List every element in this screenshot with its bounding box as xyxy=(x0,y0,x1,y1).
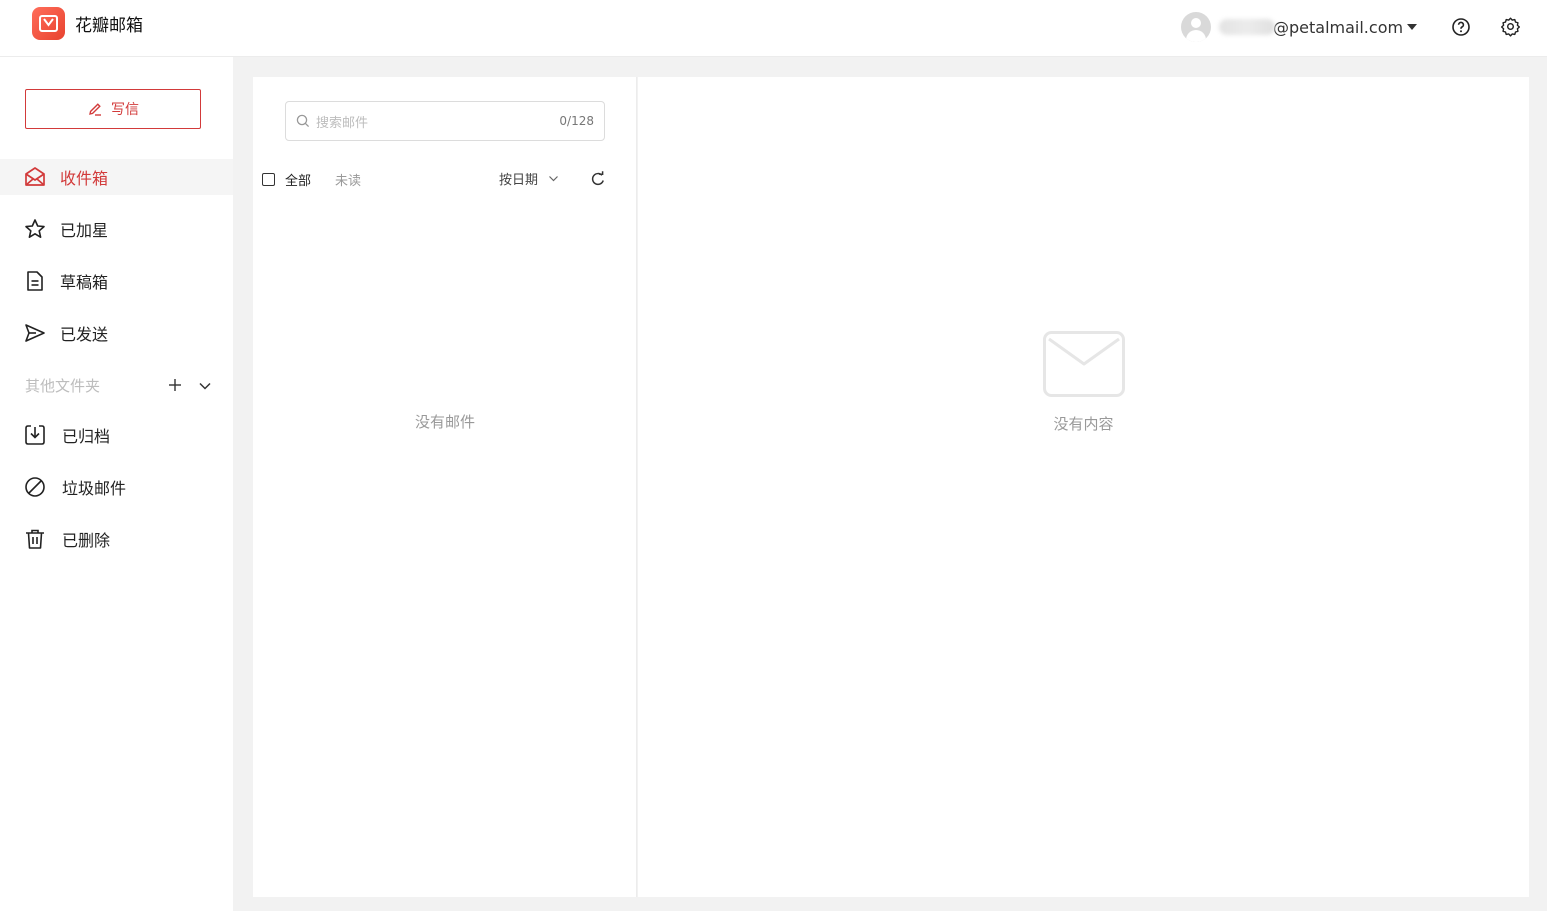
gear-icon[interactable] xyxy=(1500,16,1521,37)
redacted-username xyxy=(1219,19,1275,35)
reading-pane: 没有内容 xyxy=(638,77,1529,897)
sidebar-item-label: 已加星 xyxy=(60,221,109,240)
filter-bar: 全部 未读 按日期 xyxy=(262,169,610,189)
account-menu[interactable]: @petalmail.com xyxy=(1181,12,1418,42)
compose-button[interactable]: 写信 xyxy=(25,89,201,129)
empty-list-message: 没有邮件 xyxy=(414,413,475,431)
sort-label: 按日期 xyxy=(499,173,539,188)
mail-list-pane: 搜索邮件 0/128 全部 未读 按日期 没有邮件 xyxy=(253,77,637,897)
inbox-icon xyxy=(24,166,46,188)
account-email[interactable]: @petalmail.com xyxy=(1273,18,1403,37)
sidebar-item-archive[interactable]: 已归档 xyxy=(0,417,233,453)
sidebar-item-label: 已归档 xyxy=(62,427,111,446)
top-bar: 花瓣邮箱 @petalmail.com xyxy=(0,0,1547,57)
send-icon xyxy=(24,322,46,344)
sidebar-item-label: 草稿箱 xyxy=(60,273,109,292)
sort-dropdown[interactable]: 按日期 xyxy=(499,169,559,188)
sidebar-item-starred[interactable]: 已加星 xyxy=(0,211,233,247)
chevron-down-icon[interactable] xyxy=(198,379,212,393)
search-icon xyxy=(296,114,310,128)
sidebar-item-label: 垃圾邮件 xyxy=(62,479,127,498)
archive-icon xyxy=(24,424,46,446)
star-icon xyxy=(24,218,46,240)
caret-down-icon[interactable] xyxy=(1407,24,1418,30)
search-placeholder: 搜索邮件 xyxy=(316,115,369,131)
app-logo-icon[interactable] xyxy=(32,7,65,40)
draft-icon xyxy=(24,270,46,292)
trash-icon xyxy=(24,528,46,550)
pencil-icon xyxy=(89,103,101,116)
avatar[interactable] xyxy=(1181,12,1211,42)
spam-icon xyxy=(24,476,46,498)
filter-all[interactable]: 全部 xyxy=(285,170,311,189)
other-folders-heading: 其他文件夹 xyxy=(25,377,101,395)
sidebar-item-label: 收件箱 xyxy=(60,169,109,188)
select-all-checkbox[interactable] xyxy=(262,172,275,186)
envelope-icon xyxy=(1043,331,1125,397)
sidebar-item-trash[interactable]: 已删除 xyxy=(0,521,233,557)
search-input[interactable]: 搜索邮件 0/128 xyxy=(285,101,605,141)
sidebar-item-sent[interactable]: 已发送 xyxy=(0,315,233,351)
sidebar-item-label: 已发送 xyxy=(60,325,109,344)
sidebar-item-label: 已删除 xyxy=(62,531,111,550)
chevron-down-icon xyxy=(549,176,558,182)
refresh-icon[interactable] xyxy=(590,171,606,187)
app-title: 花瓣邮箱 xyxy=(75,16,143,36)
compose-label: 写信 xyxy=(111,102,139,118)
sidebar-item-drafts[interactable]: 草稿箱 xyxy=(0,263,233,299)
sidebar-item-inbox[interactable]: 收件箱 xyxy=(0,159,233,195)
search-char-count: 0/128 xyxy=(559,114,594,128)
sidebar: 写信 收件箱 已加星 草稿箱 已发送 其他文件夹 已归档 垃圾邮件 已删除 xyxy=(0,57,233,911)
help-icon[interactable] xyxy=(1451,17,1471,37)
filter-unread[interactable]: 未读 xyxy=(335,170,361,189)
add-folder-icon[interactable] xyxy=(167,377,183,393)
sidebar-item-spam[interactable]: 垃圾邮件 xyxy=(0,469,233,505)
empty-reader-message: 没有内容 xyxy=(1053,415,1114,433)
